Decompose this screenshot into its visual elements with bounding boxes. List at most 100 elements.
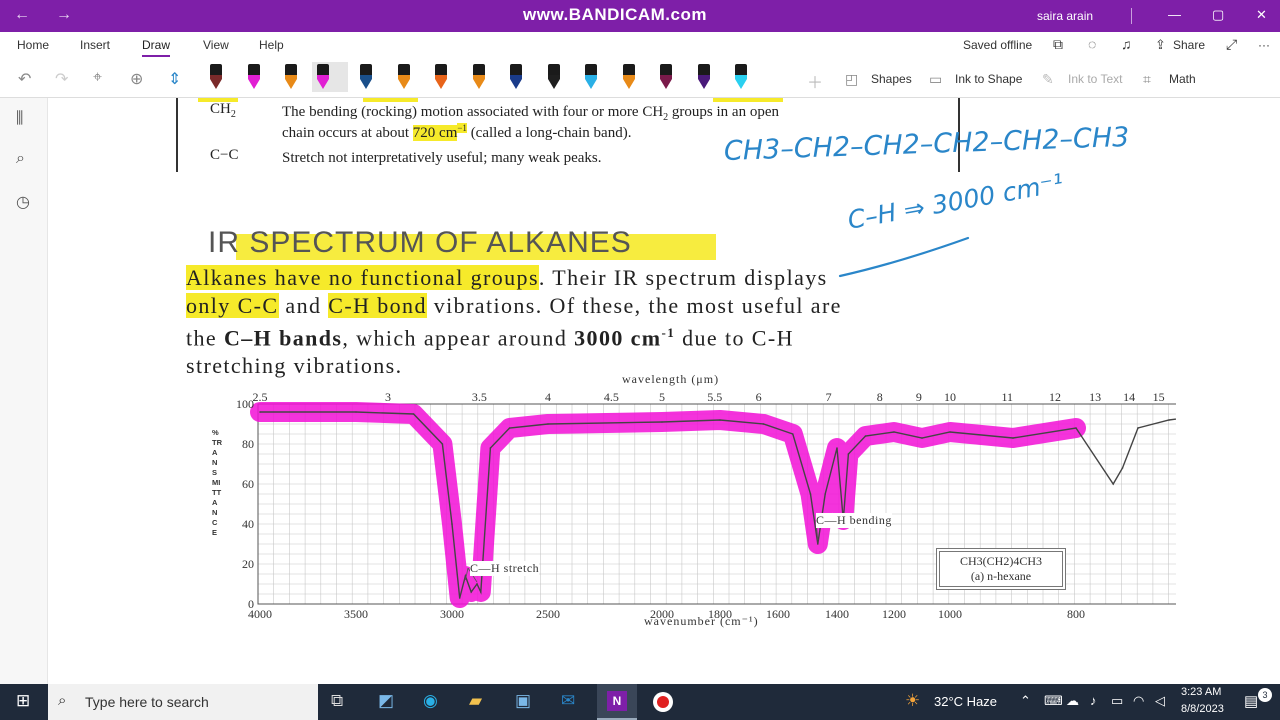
shapes-button[interactable]: Shapes: [871, 72, 912, 86]
data-point: [355, 411, 357, 413]
y-axis-title: % TRANSMITTANCE: [212, 428, 222, 537]
share-button[interactable]: Share: [1173, 38, 1205, 52]
insert-space-icon[interactable]: ⇕: [168, 69, 181, 89]
volume-icon[interactable]: ◁: [1155, 693, 1165, 709]
undo-icon[interactable]: ↶: [18, 69, 31, 89]
forward-button[interactable]: →: [56, 6, 72, 24]
data-point: [836, 447, 838, 449]
add-space-icon[interactable]: ⊕: [130, 69, 143, 89]
top-tick-label: 10: [944, 390, 956, 404]
user-name[interactable]: saira arain: [1037, 9, 1093, 23]
edge-icon[interactable]: ◉: [423, 691, 438, 711]
pen-tool[interactable]: [393, 62, 415, 92]
maximize-button[interactable]: ▢: [1212, 7, 1224, 23]
pen-tool[interactable]: [693, 62, 715, 92]
ir-spectrum: wavelength (μm) 100 80 60 40 20 0 4000 3500 3000…: [176, 368, 1176, 630]
expand-icon[interactable]: ⤢: [1226, 36, 1237, 53]
pen-tool[interactable]: [355, 62, 377, 92]
mail-icon[interactable]: ✉: [561, 691, 575, 711]
app-icon[interactable]: ◩: [378, 691, 394, 711]
data-point: [762, 423, 765, 425]
more-button[interactable]: ···: [1258, 38, 1270, 52]
ch-stretch-label: C—H stretch: [470, 561, 540, 576]
math-icon[interactable]: ⌗: [1143, 71, 1151, 88]
battery-icon[interactable]: ▭: [1111, 693, 1123, 709]
search-icon: ⌕: [58, 692, 67, 709]
notebook-icon[interactable]: ⧉: [1053, 36, 1063, 53]
taskbar-search[interactable]: ⌕ Type here to search: [48, 684, 318, 720]
top-tick-label: 13: [1089, 390, 1101, 404]
ink-to-shape-icon[interactable]: ▭: [929, 71, 942, 88]
y-tick-label: 80: [242, 437, 254, 451]
pen-tool[interactable]: [543, 62, 565, 92]
minimize-button[interactable]: —: [1168, 7, 1181, 22]
task-view-icon[interactable]: ⧉: [331, 691, 343, 711]
menu-home[interactable]: Home: [17, 38, 49, 52]
share-icon[interactable]: ⇪: [1155, 37, 1166, 53]
clock-date[interactable]: 8/8/2023: [1181, 703, 1224, 715]
title-bar: ← → www.BANDICAM.com saira arain — ▢ ✕: [0, 0, 1280, 32]
x-tick-label: 1000: [938, 607, 962, 621]
notebooks-icon[interactable]: ⫼: [16, 110, 23, 128]
page-canvas[interactable]: CH2 The bending (rocking) motion associa…: [48, 98, 1280, 684]
pen-tool[interactable]: [618, 62, 640, 92]
data-point: [824, 493, 826, 495]
menu-view[interactable]: View: [203, 38, 229, 52]
lasso-select-icon[interactable]: ⌖: [93, 69, 102, 87]
pen-tool[interactable]: [205, 62, 227, 92]
x-tick-label: 1600: [766, 607, 790, 621]
top-tick-label: 3.5: [472, 390, 487, 404]
data-point: [1012, 437, 1014, 439]
x-tick-label: 3500: [344, 607, 368, 621]
bell-icon[interactable]: ♫: [1121, 36, 1132, 52]
top-tick-label: 7: [826, 390, 832, 404]
ink-to-shape-button[interactable]: Ink to Shape: [955, 72, 1022, 86]
top-tick-label: 15: [1153, 390, 1165, 404]
file-explorer-icon[interactable]: ▰: [469, 691, 482, 711]
pen-tool[interactable]: [243, 62, 265, 92]
top-tick-label: 3: [385, 390, 391, 404]
data-point: [547, 423, 549, 425]
record-icon[interactable]: [653, 692, 673, 712]
data-point: [480, 591, 482, 593]
onenote-icon[interactable]: N: [597, 684, 637, 720]
windows-start-icon[interactable]: ⊞: [16, 691, 30, 711]
chevron-up-icon[interactable]: ⌃: [1020, 693, 1031, 709]
cloud-icon[interactable]: ☁: [1066, 693, 1079, 709]
weather-text[interactable]: 32°C Haze: [934, 694, 997, 709]
menu-draw[interactable]: Draw: [142, 38, 171, 57]
math-button[interactable]: Math: [1169, 72, 1196, 86]
clock-time[interactable]: 3:23 AM: [1181, 686, 1221, 698]
data-point: [661, 421, 663, 423]
menu-help[interactable]: Help: [259, 38, 284, 52]
ink-to-text-icon[interactable]: ✎: [1042, 71, 1054, 88]
store-icon[interactable]: ▣: [515, 691, 531, 711]
shapes-icon[interactable]: ◰: [845, 71, 858, 88]
pen-tool[interactable]: [580, 62, 602, 92]
pen-tool[interactable]: [505, 62, 527, 92]
draw-ribbon: ↶ ↷ ⌖ ⊕ ⇕ ＋ ◰ Shapes ▭ Ink to Shape ✎ In…: [0, 60, 1280, 98]
close-button[interactable]: ✕: [1256, 7, 1267, 23]
ch-bending-label: C—H bending: [816, 513, 892, 528]
notification-icon[interactable]: ▤: [1244, 692, 1258, 710]
tray-icon[interactable]: ⌨: [1044, 693, 1063, 709]
menu-insert[interactable]: Insert: [80, 38, 110, 52]
search-icon[interactable]: ⌕: [16, 150, 25, 168]
mic-icon[interactable]: ♪: [1090, 693, 1097, 708]
pen-tool[interactable]: [655, 62, 677, 92]
pen-tool[interactable]: [730, 62, 752, 92]
back-button[interactable]: ←: [14, 6, 30, 24]
pen-tool[interactable]: [468, 62, 490, 92]
pen-tool[interactable]: [430, 62, 452, 92]
redo-icon[interactable]: ↷: [55, 69, 68, 89]
recent-icon[interactable]: ◷: [16, 192, 30, 212]
pen-tool[interactable]: [312, 62, 348, 92]
wifi-icon[interactable]: ◠: [1133, 693, 1144, 709]
ink-to-text-button[interactable]: Ink to Text: [1068, 72, 1122, 86]
data-point: [451, 523, 453, 525]
pen-tool[interactable]: [280, 62, 302, 92]
add-pen-icon[interactable]: ＋: [807, 69, 823, 93]
y-tick-label: 100: [236, 397, 254, 411]
lightbulb-icon[interactable]: ◌: [1088, 36, 1096, 52]
data-point: [259, 411, 261, 413]
